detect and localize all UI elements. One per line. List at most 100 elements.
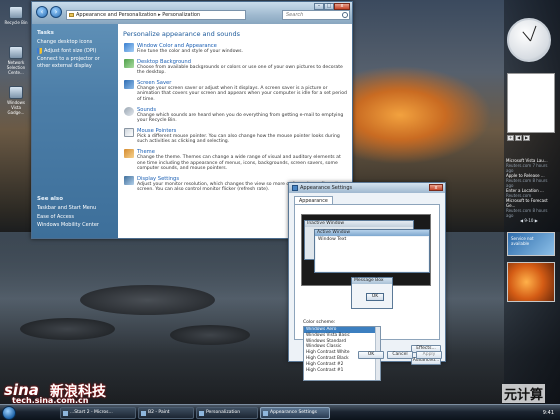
appearance-icon — [263, 411, 268, 416]
personalization-item[interactable]: Sounds Change which sounds are heard whe… — [123, 106, 349, 124]
apply-button[interactable]: Apply — [416, 351, 442, 359]
feed-source: Reuters.com 7 hours ago — [506, 163, 548, 173]
clock-minute-hand — [530, 25, 537, 42]
mouse-pointer-icon — [124, 127, 134, 137]
personalization-item[interactable]: Mouse Pointers Pick a different mouse po… — [123, 127, 349, 145]
preview-caption: Active Window — [315, 230, 429, 236]
dialog-title: Appearance Settings — [300, 185, 353, 191]
taskbar-button[interactable]: B2 - Paint — [138, 407, 194, 419]
folder-icon — [69, 13, 74, 17]
uac-shield-icon — [37, 47, 42, 54]
theme-icon — [124, 148, 134, 158]
task-link[interactable]: Connect to a projector or other external… — [37, 56, 113, 69]
preview-caption: Message Box — [352, 278, 392, 284]
appearance-panel: Inactive Window Active Window Window Tex… — [294, 204, 441, 381]
appearance-settings-dialog: Appearance Settings x Appearance Inactiv… — [288, 182, 446, 381]
add-note-button[interactable]: + — [507, 135, 514, 141]
close-button[interactable]: x — [429, 184, 443, 191]
see-also-link[interactable]: Ease of Access — [37, 214, 114, 221]
start-button[interactable] — [2, 406, 16, 420]
paint-icon — [141, 411, 146, 416]
close-button[interactable]: x — [334, 3, 350, 10]
taskbar-clock[interactable]: 9:41 — [543, 408, 554, 418]
network-icon — [9, 46, 23, 59]
feed-source: Reuters.com 8 hours ago — [506, 178, 548, 188]
caption-buttons: – □ x — [314, 3, 350, 10]
notes-gadget[interactable] — [507, 73, 555, 133]
personalization-content: Personalize appearance and sounds Window… — [123, 30, 349, 197]
task-link-label: Change desktop icons — [37, 39, 93, 45]
screen-saver-icon — [124, 79, 134, 89]
corner-watermark: 元计算 — [502, 384, 546, 403]
cancel-button[interactable]: Cancel — [387, 351, 413, 359]
photo-gadget[interactable] — [507, 262, 555, 302]
dialog-title-bar[interactable]: Appearance Settings — [289, 183, 445, 193]
scheme-option[interactable]: High Contrast #1 — [304, 368, 380, 374]
next-note-button[interactable]: ▶ — [523, 135, 530, 141]
search-placeholder: Search — [286, 12, 304, 18]
slideshow-gadget[interactable]: Service not available — [507, 232, 555, 256]
item-description: Fine tune the color and style of your wi… — [137, 49, 244, 54]
page-title: Personalize appearance and sounds — [123, 30, 240, 38]
recycle-bin-icon — [9, 6, 23, 19]
clock-gadget[interactable] — [507, 18, 551, 62]
item-description: Change your screen saver or adjust when … — [137, 85, 347, 102]
word-icon — [63, 411, 68, 416]
preview-ok-button: OK — [366, 293, 384, 301]
feed-pager[interactable]: ◀ 9-10 ▶ — [520, 218, 538, 223]
feed-headlines-gadget: Microsoft Vista Lau... Reuters.com 7 hou… — [506, 158, 556, 218]
minimize-button[interactable]: – — [314, 3, 324, 10]
task-pane: Tasks Change desktop icons Adjust font s… — [32, 24, 118, 238]
wallpaper-rock — [170, 325, 250, 345]
personalization-item[interactable]: Desktop Background Choose from available… — [123, 58, 349, 76]
task-link[interactable]: Change desktop icons — [37, 39, 113, 46]
sounds-icon — [124, 106, 134, 116]
see-also-section: See also Taskbar and Start Menu Ease of … — [37, 196, 114, 231]
taskbar: ...Start 2 - Micros... B2 - Paint Person… — [0, 404, 560, 420]
gadgets-icon — [9, 86, 23, 99]
breadcrumb-item[interactable]: Appearance and Personalization — [76, 12, 157, 18]
see-also-heading: See also — [37, 196, 63, 202]
feed-headline[interactable]: Microsoft to Forecast Ge... — [506, 198, 556, 208]
taskbar-button[interactable]: Personalization — [196, 407, 258, 419]
scheme-preview: Inactive Window Active Window Window Tex… — [301, 214, 431, 286]
maximize-button[interactable]: □ — [324, 3, 334, 10]
forward-button[interactable]: › — [50, 6, 62, 18]
see-also-link[interactable]: Windows Mobility Center — [37, 222, 114, 229]
wallpaper-rock — [20, 318, 115, 340]
wallpaper-rock — [80, 285, 215, 315]
personalization-item[interactable]: Screen Saver Change your screen saver or… — [123, 79, 349, 103]
desktop-icon-label: Recycle Bin — [4, 20, 28, 25]
personalization-item[interactable]: Theme Change the theme. Themes can chang… — [123, 148, 349, 172]
desktop-icon-recycle-bin[interactable]: Recycle Bin — [3, 6, 29, 25]
taskbar-button[interactable]: ...Start 2 - Micros... — [60, 407, 136, 419]
personalization-item[interactable]: Window Color and Appearance Fine tune th… — [123, 43, 349, 55]
feed-source: Reuters.com 8 hours ago — [506, 208, 548, 218]
search-icon — [342, 12, 348, 18]
preview-caption: Inactive Window — [305, 221, 413, 227]
item-description: Pick a different mouse pointer. You can … — [137, 133, 340, 145]
window-color-icon — [124, 43, 134, 52]
desktop-icon-network[interactable]: Network Selection Cente... — [3, 46, 29, 75]
task-link[interactable]: Adjust font size (DPI) — [37, 47, 113, 55]
desktop-icon-gadgets[interactable]: Windows Vista Gadge... — [3, 86, 29, 115]
back-button[interactable]: ‹ — [36, 6, 48, 18]
tasks-heading: Tasks — [37, 30, 54, 36]
see-also-link[interactable]: Taskbar and Start Menu — [37, 205, 114, 212]
search-input[interactable]: Search — [282, 10, 350, 20]
notes-toolbar: + ◀ ▶ — [507, 135, 530, 141]
preview-active-window: Active Window Window Text — [314, 229, 430, 273]
taskbar-button-label: ...Start 2 - Micros... — [70, 410, 113, 415]
taskbar-button-active[interactable]: Appearance Settings — [260, 407, 330, 419]
preview-window-text: Window Text — [316, 237, 428, 271]
display-settings-icon — [124, 175, 134, 185]
address-bar[interactable]: Appearance and Personalization ▸ Persona… — [66, 10, 246, 20]
desktop-icon-label: Network Selection Cente... — [6, 60, 26, 75]
desktop-background-icon — [124, 58, 134, 68]
previous-note-button[interactable]: ◀ — [515, 135, 522, 141]
ok-button[interactable]: OK — [358, 351, 384, 359]
item-description: Change which sounds are heard when you d… — [137, 112, 344, 124]
taskbar-button-label: Appearance Settings — [270, 410, 317, 415]
control-panel-icon — [199, 411, 204, 416]
breadcrumb-item[interactable]: Personalization — [162, 12, 200, 18]
